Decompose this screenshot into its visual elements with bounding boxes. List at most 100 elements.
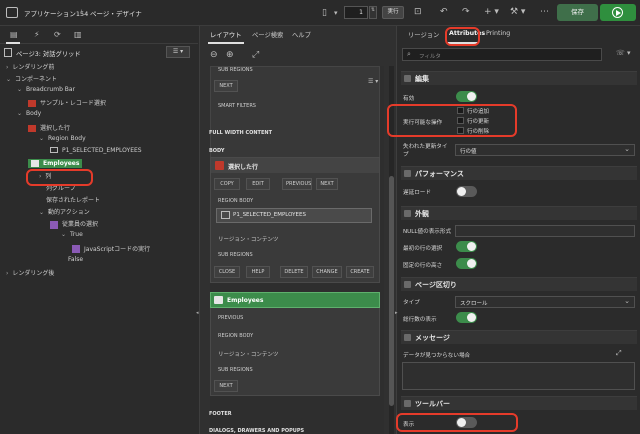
app-title[interactable]: アプリケーション154	[24, 8, 88, 18]
section-pagination[interactable]: ページ区切り	[401, 277, 637, 291]
tab-layout-underline	[208, 42, 244, 44]
page-icon[interactable]: ▯	[322, 8, 327, 18]
lazy-loading-toggle[interactable]	[456, 186, 477, 197]
region-content-label-1: リージョン・コンテンツ	[218, 237, 279, 243]
region-menu-icon[interactable]: ☰ ▾	[368, 78, 378, 85]
tab-page-search[interactable]: ページ検索	[252, 30, 283, 39]
tab-layout[interactable]: レイアウト	[210, 30, 241, 39]
chevron-down-icon[interactable]: ⌄	[61, 231, 66, 238]
section-performance[interactable]: パフォーマンス	[401, 166, 637, 180]
section-messages[interactable]: メッセージ	[401, 330, 637, 344]
tree-node[interactable]: ⌄ Breadcrumb Bar	[17, 86, 75, 93]
app-home-icon[interactable]	[6, 7, 18, 18]
chevron-down-icon[interactable]: ⌄	[17, 110, 22, 117]
expand-editor-icon[interactable]: ⤢	[616, 349, 622, 358]
chevron-down-icon[interactable]: ⌄	[17, 86, 22, 93]
copy-button[interactable]: COPY	[214, 178, 240, 190]
null-display-input[interactable]	[455, 225, 635, 237]
lock-icon[interactable]: ⊡	[414, 7, 422, 17]
chevron-down-icon[interactable]: ⌄	[6, 76, 11, 83]
no-data-found-textarea[interactable]	[402, 362, 635, 390]
tree-node[interactable]: Employees	[28, 158, 83, 168]
next-button-top[interactable]: NEXT	[214, 80, 238, 92]
page-stepper[interactable]: ⇅	[369, 6, 377, 19]
next-button[interactable]: NEXT	[316, 178, 338, 190]
tab-help[interactable]: ヘルプ	[292, 30, 311, 39]
page-title[interactable]: ページ3: 対話グリッド	[16, 49, 81, 58]
tree-node[interactable]: サンプル・レコード選択	[28, 98, 106, 108]
previous-button[interactable]: PREVIOUS	[282, 178, 312, 190]
layout-scroll-thumb[interactable]	[389, 176, 394, 406]
tree-node[interactable]: ⌄ Body	[17, 110, 41, 117]
shared-components-icon[interactable]: ⋯	[540, 7, 549, 17]
chevron-right-icon[interactable]: ›	[6, 270, 8, 277]
add-icon[interactable]: + ▾	[484, 7, 499, 17]
tree-node[interactable]: 保存されたレポート	[39, 195, 100, 204]
tree-node[interactable]: P1_SELECTED_EMPLOYEES	[50, 147, 142, 154]
redo-icon[interactable]: ↷	[462, 7, 470, 17]
select-first-row-toggle[interactable]	[456, 241, 477, 252]
tree-node[interactable]: ⌄ Region Body	[39, 135, 86, 142]
collapse-icon	[404, 334, 411, 341]
chevron-down-icon[interactable]: ⌄	[39, 209, 44, 216]
section-toolbar[interactable]: ツールバー	[401, 396, 637, 410]
tree-node[interactable]: › レンダリング後	[6, 268, 54, 277]
zoom-in-icon[interactable]: ⊕	[226, 50, 234, 60]
tree-node[interactable]: 選択した行	[28, 123, 70, 132]
left-splitter-handle[interactable]: ◂	[196, 310, 199, 316]
section-edit[interactable]: 編集	[401, 71, 637, 85]
filter-input[interactable]: ⌕ フィルタ	[402, 48, 602, 61]
delete-button[interactable]: DELETE	[280, 266, 308, 278]
chevron-right-icon[interactable]: ›	[6, 64, 8, 71]
rendering-tab-icon[interactable]: ▤	[10, 30, 18, 40]
play-icon	[616, 10, 621, 16]
close-button[interactable]: CLOSE	[214, 266, 240, 278]
tree-node-label: P1_SELECTED_EMPLOYEES	[62, 146, 142, 154]
tab-printing[interactable]: Printing	[486, 30, 510, 37]
null-display-label: NULL値の表示形式	[403, 229, 452, 235]
tree-menu-button[interactable]: ☰ ▾	[166, 46, 190, 58]
change-button[interactable]: CHANGE	[312, 266, 342, 278]
tree-node[interactable]: ⌄ True	[61, 231, 83, 238]
go-to-group-icon[interactable]: ☏ ▾	[616, 49, 631, 57]
chevron-down-icon[interactable]: ▾	[334, 8, 338, 18]
toggle-knob	[467, 242, 476, 251]
lost-update-type-select[interactable]: 行の値 ⌄	[455, 144, 635, 156]
collapse-icon	[404, 400, 411, 407]
processing-tab-icon[interactable]: ⟳	[54, 30, 61, 40]
dynamic-actions-tab-icon[interactable]: ⚡	[34, 30, 40, 40]
tree-node[interactable]: 従業員の選択	[50, 219, 98, 229]
shared-components-tab-icon[interactable]: ▥	[74, 30, 82, 40]
utilities-icon[interactable]: ⚒ ▾	[510, 7, 525, 17]
chevron-down-icon[interactable]: ⌄	[39, 135, 44, 142]
expand-icon[interactable]: ⤢	[252, 50, 259, 60]
page-number-input[interactable]: 1	[344, 6, 368, 19]
section-appearance[interactable]: 外観	[401, 206, 637, 220]
selected-employees-item-label: P1_SELECTED_EMPLOYEES	[233, 212, 306, 218]
show-total-row-count-toggle[interactable]	[456, 312, 477, 323]
help-button[interactable]: HELP	[246, 266, 270, 278]
zoom-out-icon[interactable]: ⊖	[210, 50, 218, 60]
go-button[interactable]: 実行	[382, 6, 404, 19]
tree-node[interactable]: ⌄ 動的アクション	[39, 207, 90, 216]
enabled-toggle[interactable]	[456, 91, 477, 102]
tree-node[interactable]: False	[61, 256, 83, 263]
region-body-label-2: REGION BODY	[218, 333, 254, 339]
next-button-2[interactable]: NEXT	[214, 380, 238, 392]
sub-regions-label-top: SUB REGIONS	[218, 67, 253, 73]
section-pagination-title: ページ区切り	[415, 281, 457, 289]
create-button[interactable]: CREATE	[346, 266, 374, 278]
tree-node[interactable]: › レンダリング前	[6, 62, 54, 71]
tree-node-label: JavaScriptコードの実行	[84, 245, 151, 253]
tree-node[interactable]: ⌄ コンポーネント	[6, 74, 57, 83]
tree-node[interactable]: JavaScriptコードの実行	[72, 244, 151, 253]
save-button[interactable]: 保存	[557, 4, 598, 21]
edit-button[interactable]: EDIT	[246, 178, 270, 190]
filter-placeholder: フィルタ	[419, 54, 441, 60]
tab-region[interactable]: リージョン	[408, 30, 439, 39]
run-button[interactable]	[600, 4, 636, 21]
pagination-type-select[interactable]: スクロール ⌄	[455, 296, 635, 308]
undo-icon[interactable]: ↶	[440, 7, 448, 17]
pagination-type-label: タイプ	[403, 300, 420, 306]
fixed-row-height-toggle[interactable]	[456, 258, 477, 269]
